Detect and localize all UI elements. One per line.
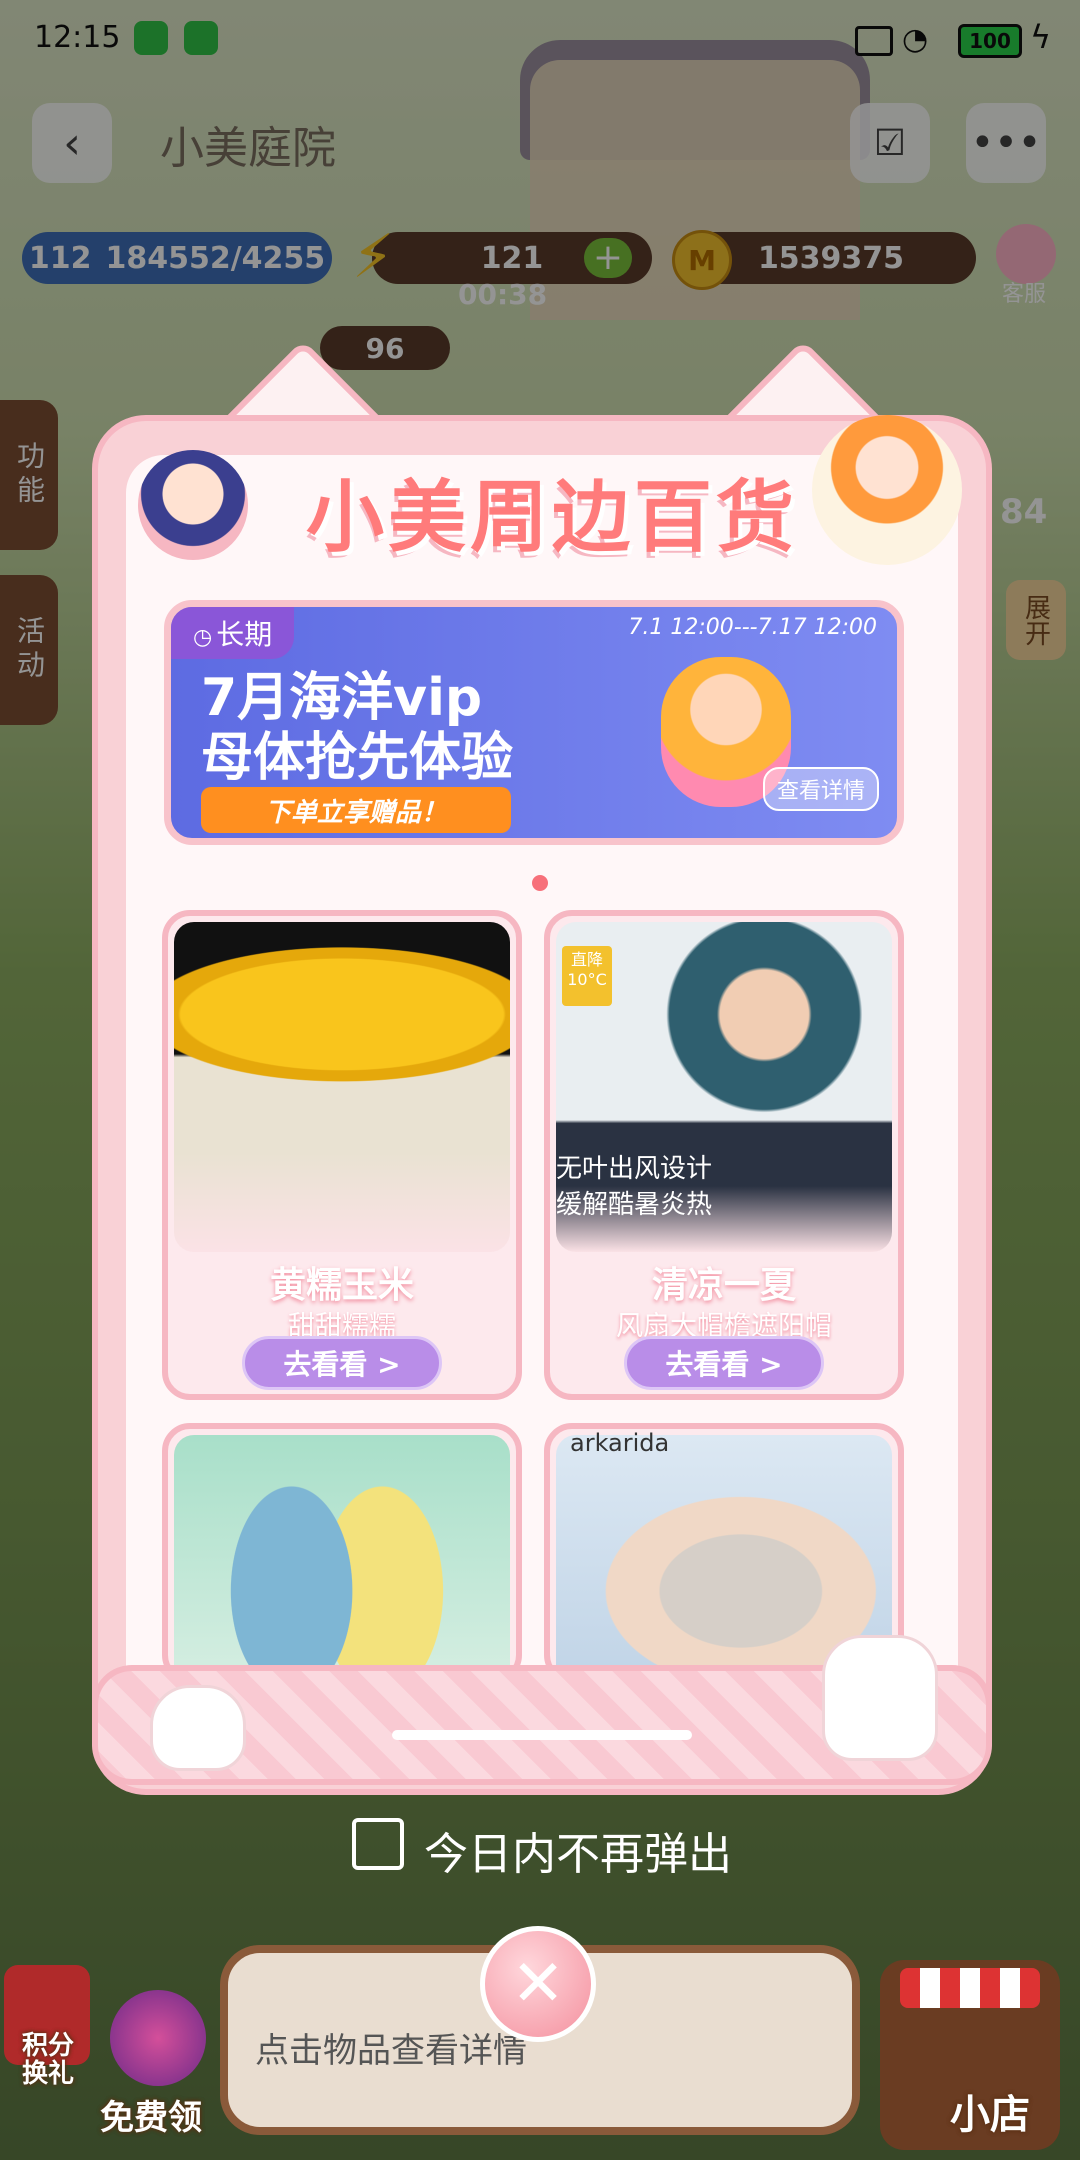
dont-show-checkbox[interactable] [352, 1818, 404, 1870]
promo-banner[interactable]: ◷ 长期 7.1 12:00---7.17 12:00 7月海洋vip 母体抢先体… [164, 600, 904, 845]
product-card[interactable]: 黄糯玉米 甜甜糯糯 去看看 > [162, 910, 522, 1400]
free-claim-heart-icon[interactable] [110, 1990, 206, 2086]
view-product-button[interactable]: 去看看 > [242, 1336, 442, 1390]
popup-title: 小美周边百货 [305, 473, 798, 563]
product-card[interactable] [162, 1423, 522, 1683]
temperature-badge: 直降 10°C [562, 946, 612, 1006]
product-title: 清凉一夏 [651, 1265, 796, 1306]
corn-image [174, 922, 510, 1252]
brand-text: arkarida [570, 1429, 670, 1457]
banner-detail-button[interactable]: 查看详情 [762, 767, 879, 811]
item-info-text: 点击物品查看详情 [255, 2031, 527, 2071]
close-popup-button[interactable]: ✕ [480, 1926, 596, 2042]
pajamas-image [174, 1435, 510, 1677]
banner-tag-label: 长期 [216, 618, 273, 651]
banner-tag: ◷ 长期 [171, 607, 295, 659]
shop-awning-icon [900, 1968, 1040, 2008]
scroll-indicator [392, 1730, 692, 1740]
close-icon: ✕ [511, 1947, 565, 2021]
shop-label: 小店 [950, 2092, 1030, 2138]
banner-cta: 下单立享赠品！ [201, 787, 511, 833]
carousel-indicator [532, 875, 548, 891]
banner-date-range: 7.1 12:00---7.17 12:00 [628, 615, 877, 640]
points-exchange-label: 积分 换礼 [22, 2031, 75, 2089]
product-card[interactable]: 直降 10°C 无叶出风设计 缓解酷暑炎热 清凉一夏 风扇大帽檐遮阳帽 去看看 … [544, 910, 904, 1400]
product-image-caption: 无叶出风设计 缓解酷暑炎热 [556, 1154, 713, 1220]
dont-show-label[interactable]: 今日内不再弹出 [424, 1818, 732, 1882]
shop-popup: 小美周边百货 ◷ 长期 7.1 12:00---7.17 12:00 7月海洋vi… [92, 335, 992, 1795]
clock-icon: ◷ [193, 625, 213, 650]
banner-line2: 母体抢先体验 [201, 728, 514, 788]
rabbit-sticker [150, 1685, 246, 1771]
view-product-button[interactable]: 去看看 > [624, 1336, 824, 1390]
free-claim-label: 免费领 [100, 2098, 202, 2138]
product-title: 黄糯玉米 [269, 1265, 414, 1306]
rabbit-sticker [822, 1635, 938, 1761]
